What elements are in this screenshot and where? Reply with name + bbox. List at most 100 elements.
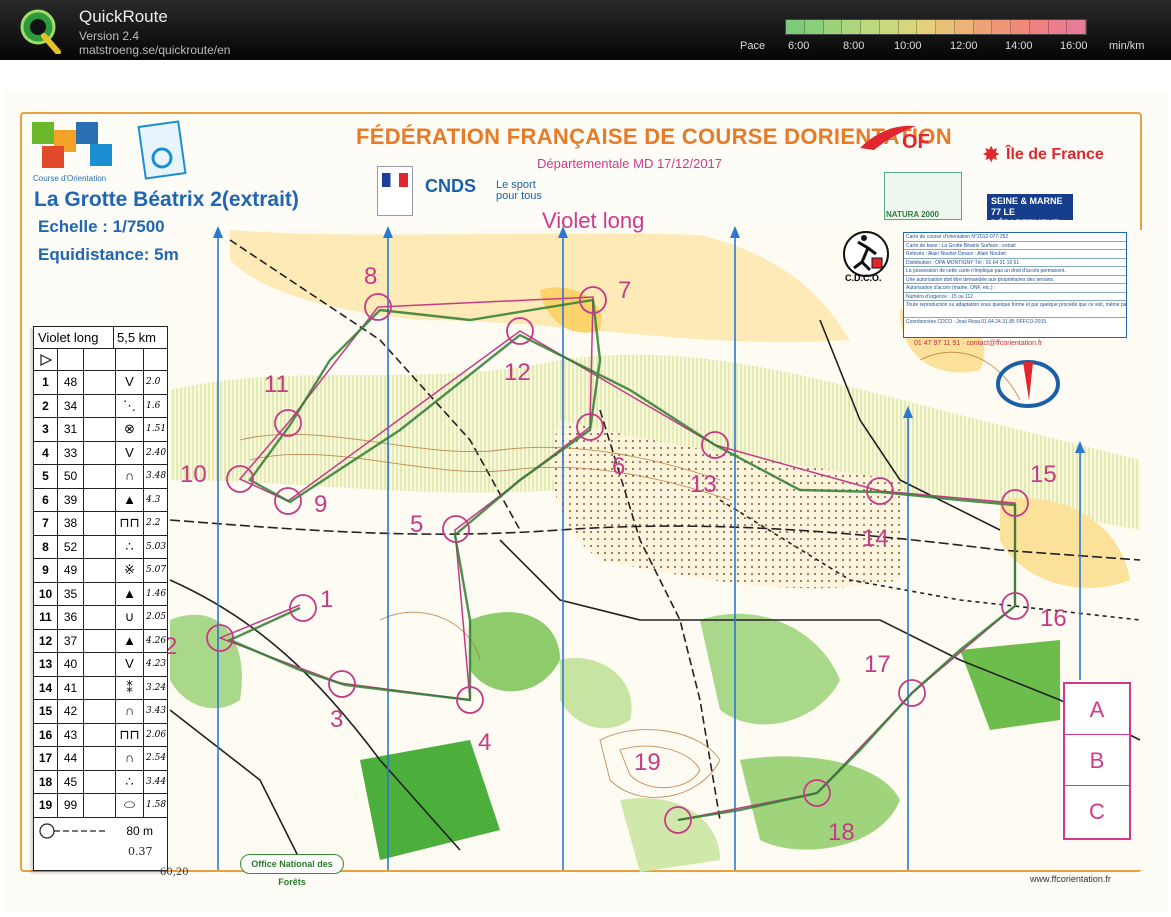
control-order: 3 — [34, 418, 58, 441]
feature-symbol-icon: V — [116, 371, 144, 394]
feature-column — [84, 371, 116, 394]
pace-color-swatch — [786, 20, 805, 34]
control-dimension: 3.44 — [146, 776, 167, 787]
feature-symbol-icon: ▲ — [116, 582, 144, 605]
info-line: Autorisation d'accès (mairie, ONF, etc.)… — [904, 284, 1126, 293]
ile-de-france-logo: Île de France — [1006, 146, 1104, 163]
ffco-subtitle: Course d'Orientation — [33, 174, 107, 183]
control-order: 17 — [34, 747, 58, 770]
course-name: Violet long — [542, 208, 645, 233]
control-number: 9 — [314, 491, 327, 518]
finish-distance: 80 m — [126, 823, 153, 838]
control-number: 10 — [180, 461, 207, 488]
handwritten-note: 60,20 — [160, 867, 189, 878]
description-row: 1 48 V 2.0 — [34, 371, 167, 395]
control-number: 1 — [320, 586, 333, 613]
description-row: 11 36 ∪ 2.05 — [34, 606, 167, 630]
cnds-logo: CNDS — [425, 176, 477, 196]
onf-logo: Office National des Forêts — [240, 854, 344, 887]
description-header: Violet long 5,5 km — [34, 327, 167, 349]
app-title: QuickRoute — [79, 7, 168, 26]
feature-symbol-icon: ⁑ — [116, 676, 144, 699]
control-code: 35 — [58, 582, 84, 605]
feature-symbol-icon: ⬭ — [116, 794, 144, 817]
ligue-idf-logo — [996, 360, 1060, 408]
control-dimension: 2.06 — [146, 729, 167, 740]
control-code: 36 — [58, 606, 84, 629]
feature-symbol-icon: V — [116, 653, 144, 676]
description-row: 5 50 ∩ 3.48 — [34, 465, 167, 489]
pace-color-swatch — [992, 20, 1011, 34]
handwritten-note: 0.37 — [128, 845, 153, 858]
control-order: 8 — [34, 535, 58, 558]
control-number: 18 — [828, 819, 855, 846]
app-url[interactable]: matstroeng.se/quickroute/en — [79, 43, 230, 57]
control-code: 49 — [58, 559, 84, 582]
info-line: Coordonnées CDCO : José Rosa 01.64.24.31… — [906, 319, 1047, 325]
feature-symbol-icon: V — [116, 441, 144, 464]
feature-column — [84, 559, 116, 582]
info-line: Relevés : Alain Nouhet Dessin : Alain No… — [904, 250, 1126, 259]
pace-color-swatch — [1048, 20, 1068, 34]
feature-column — [84, 582, 116, 605]
pace-color-swatch — [898, 20, 918, 34]
control-order: 19 — [34, 794, 58, 817]
abc-box: A B C — [1063, 682, 1131, 840]
control-order: 5 — [34, 465, 58, 488]
control-code: 43 — [58, 723, 84, 746]
control-dimension: 4.3 — [146, 494, 161, 505]
control-order: 9 — [34, 559, 58, 582]
info-line: Distribution : OPA MONTIGNY Tél : 01 64 … — [904, 259, 1126, 267]
control-dimension: 4.26 — [146, 635, 167, 646]
description-row: 17 44 ∩ 2.54 — [34, 747, 167, 771]
control-order: 11 — [34, 606, 58, 629]
feature-column — [84, 394, 116, 417]
of-logo: OF — [860, 125, 930, 153]
pace-color-swatch — [804, 20, 824, 34]
control-description-sheet: Violet long 5,5 km 1 48 V 2.0 2 34 ⋱ 1.6 3 31 ⊗ 1.5… — [33, 326, 168, 871]
pace-color-swatch — [842, 20, 861, 34]
start-triangle-icon — [34, 349, 58, 370]
description-row: 13 40 V 4.23 — [34, 653, 167, 677]
description-row: 15 42 ∩ 3.43 — [34, 700, 167, 724]
pace-tick: 10:00 — [894, 40, 922, 52]
finish-tape-icon — [39, 822, 108, 839]
control-code: 41 — [58, 676, 84, 699]
control-order: 12 — [34, 629, 58, 652]
feature-column — [84, 676, 116, 699]
pace-color-swatch — [917, 20, 936, 34]
natura-text: NATURA 2000 — [886, 210, 939, 219]
description-rows: 1 48 V 2.0 2 34 ⋱ 1.6 3 31 ⊗ 1.51 4 33 V 2.40 5 50 ∩ 3.48 6 3… — [34, 371, 167, 818]
cnds-tagline: Le sport pour tous — [496, 179, 542, 202]
control-order: 18 — [34, 770, 58, 793]
info-line: La possession de cette carte n'implique … — [904, 267, 1126, 276]
control-code: 33 — [58, 441, 84, 464]
info-line: Carte de base : La Grotte Béatrix Surfac… — [904, 242, 1126, 250]
feature-column — [84, 535, 116, 558]
description-row: 16 43 ⊓⊓ 2.06 — [34, 723, 167, 747]
feature-column — [84, 700, 116, 723]
control-dimension: 3.24 — [146, 682, 167, 693]
control-number: 12 — [504, 359, 531, 386]
feature-symbol-icon: ∪ — [116, 606, 144, 629]
control-number: 5 — [410, 511, 423, 538]
control-dimension: 3.43 — [146, 706, 167, 716]
control-code: 39 — [58, 488, 84, 511]
control-dimension: 2.05 — [146, 612, 167, 622]
pace-color-swatch — [861, 20, 880, 34]
pace-color-swatch — [1011, 20, 1030, 34]
control-order: 10 — [34, 582, 58, 605]
feature-column — [84, 418, 116, 441]
cdco-text: C.D.C.O. — [845, 273, 882, 283]
quickroute-logo — [20, 9, 61, 54]
info-line: Numéro d'urgence : 15 ou 112 — [904, 293, 1126, 301]
control-number: 13 — [690, 471, 717, 498]
control-number: 16 — [1040, 605, 1067, 632]
contact-line: 01 47 97 11 91 · contact@ffcorientation.… — [914, 340, 1043, 347]
description-course: Violet long — [34, 327, 114, 348]
feature-symbol-icon: ∴ — [116, 770, 144, 793]
control-number: 15 — [1030, 461, 1057, 488]
description-row: 4 33 V 2.40 — [34, 441, 167, 465]
pace-tick: 14:00 — [1005, 40, 1033, 52]
app-version: Version 2.4 — [79, 29, 140, 43]
